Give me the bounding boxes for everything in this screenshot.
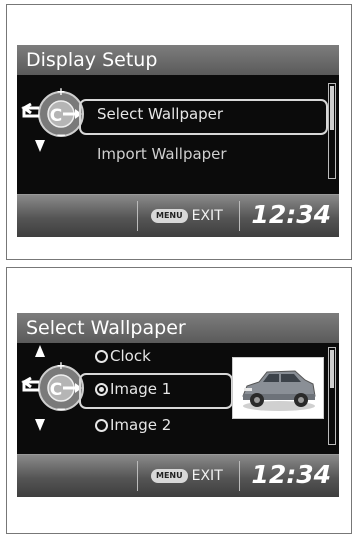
svg-text:−: − [56,402,66,416]
car-thumbnail [242,370,316,411]
option-clock[interactable]: Clock [95,347,151,365]
option-image-1-label: Image 1 [110,380,172,398]
svg-text:C: C [50,380,62,400]
menu-item-import-wallpaper[interactable]: Import Wallpaper [97,145,227,163]
scroll-thumb[interactable] [330,350,334,388]
clock-display: 12:34 [251,200,331,229]
exit-label: EXIT [191,208,223,224]
down-arrow-icon [35,140,45,152]
wallpaper-options-list: + − C Clock Image 1 Image 2 [17,343,339,447]
status-bar: MENU EXIT 12:34 [17,454,339,497]
svg-text:+: + [56,359,65,372]
svg-text:C: C [50,106,62,126]
back-arrow-icon [21,376,39,392]
option-clock-label: Clock [110,347,151,365]
status-bar: MENU EXIT 12:34 [17,194,339,237]
clock-display: 12:34 [251,460,331,489]
screen-title: Display Setup [17,45,339,75]
menu-button-icon: MENU [151,469,188,483]
select-wallpaper-panel: Select Wallpaper + − C Clock Image 1 Ima… [6,267,352,534]
exit-button[interactable]: MENU EXIT [151,466,223,486]
down-arrow-icon [35,419,45,431]
radio-clock[interactable] [95,350,108,363]
scrollbar[interactable] [328,83,336,179]
exit-button[interactable]: MENU EXIT [151,206,223,226]
scrollbar[interactable] [328,347,336,445]
option-image-1[interactable]: Image 1 [95,380,171,398]
divider [239,461,240,491]
menu-list: + − C Select Wallpaper Import Wallpaper [17,75,339,185]
radio-image-2[interactable] [95,419,108,432]
scroll-thumb[interactable] [330,86,334,130]
up-arrow-icon [35,345,45,357]
divider [239,201,240,231]
screen-title: Select Wallpaper [17,313,339,343]
option-image-2-label: Image 2 [110,416,172,434]
display-setup-screen: Display Setup + − C Select Wallpaper Imp… [17,45,339,237]
menu-item-select-wallpaper[interactable]: Select Wallpaper [97,105,223,123]
display-setup-panel: Display Setup + − C Select Wallpaper Imp… [6,4,352,260]
divider [137,201,138,231]
menu-button-icon: MENU [151,209,188,223]
svg-text:−: − [56,128,66,142]
divider [137,461,138,491]
option-image-2[interactable]: Image 2 [95,416,171,434]
select-wallpaper-screen: Select Wallpaper + − C Clock Image 1 Ima… [17,313,339,497]
svg-text:+: + [56,85,65,98]
back-arrow-icon [21,102,39,118]
wallpaper-preview [232,357,324,419]
radio-image-1[interactable] [95,383,108,396]
exit-label: EXIT [191,468,223,484]
